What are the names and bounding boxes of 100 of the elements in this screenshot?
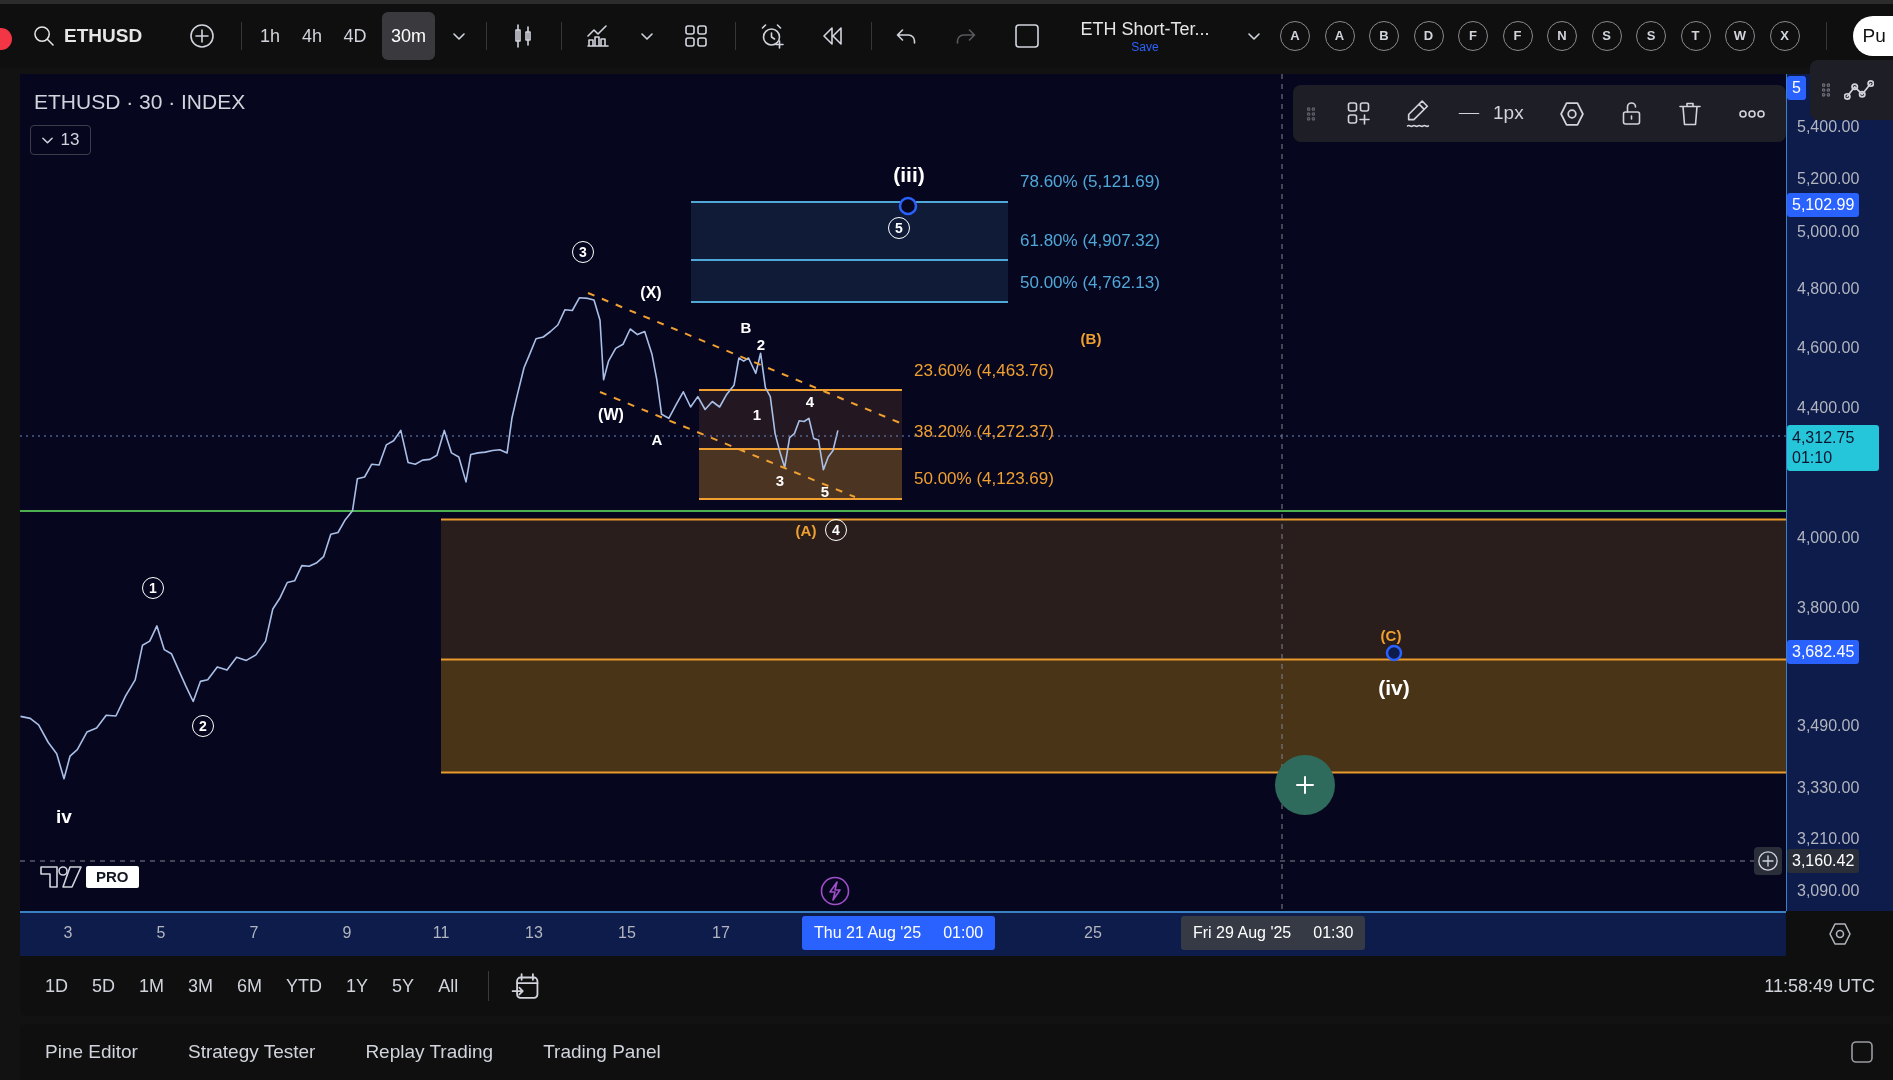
fib-level-label: 50.00% (4,123.69) <box>914 469 1054 487</box>
range-button[interactable]: 5Y <box>384 968 423 1004</box>
point-marker <box>898 196 918 216</box>
timezone-button[interactable]: 11:58:49 UTC <box>1764 972 1875 1000</box>
marker-countdown: 01:10 <box>1792 448 1834 468</box>
drag-handle-icon[interactable] <box>1307 106 1315 121</box>
range-button[interactable]: 3M <box>180 968 222 1004</box>
range-button[interactable]: 1Y <box>338 968 377 1004</box>
range-button[interactable]: 5D <box>84 968 124 1004</box>
square-icon[interactable] <box>1015 24 1039 48</box>
price-label: 4,400.00 <box>1797 400 1860 416</box>
range-button[interactable]: 1M <box>131 968 173 1004</box>
range-button[interactable]: YTD <box>278 968 331 1004</box>
wave-label: (X) <box>640 285 662 301</box>
chevron-down-icon[interactable] <box>1248 32 1260 40</box>
lightning-icon[interactable] <box>820 876 850 906</box>
price-marker: 5 <box>1787 76 1806 100</box>
time-label: 9 <box>342 925 352 941</box>
wave-label: (B) <box>1080 330 1102 346</box>
legend-toggle-button[interactable]: 13 <box>30 125 91 155</box>
chevron-down-icon[interactable] <box>453 32 465 40</box>
unlock-icon[interactable] <box>1621 102 1641 125</box>
range-button[interactable]: 6M <box>229 968 271 1004</box>
time-label: 15 <box>618 925 636 941</box>
drag-handle-icon[interactable] <box>1822 83 1830 97</box>
marker-date: Fri 29 Aug '25 <box>1193 923 1292 943</box>
panel-tab[interactable]: Pine Editor <box>45 1037 138 1067</box>
candlestick-icon[interactable] <box>515 24 531 48</box>
plus-circle-icon <box>1758 851 1778 871</box>
calendar-arrow-icon[interactable] <box>511 973 540 999</box>
panel-tab[interactable]: Replay Trading <box>365 1037 494 1067</box>
price-label: 5,400.00 <box>1797 119 1860 135</box>
range-button[interactable]: All <box>430 968 467 1004</box>
maximize-icon[interactable] <box>1851 1041 1873 1063</box>
crosshair-plus-icon <box>1275 755 1335 815</box>
symbol-search-button[interactable]: ETHUSD <box>30 14 160 58</box>
save-link[interactable]: Save <box>1131 40 1159 53</box>
layout-name[interactable]: ETH Short-Ter... <box>1080 19 1210 38</box>
interval-button[interactable]: 1h <box>250 12 290 60</box>
hexagon-settings-icon[interactable] <box>1559 101 1584 126</box>
wave-label: (A) <box>795 522 817 538</box>
wave-label: (C) <box>1380 627 1402 643</box>
alarm-plus-icon[interactable] <box>760 23 785 49</box>
wave-label: (iv) <box>1378 676 1410 698</box>
price-label: 4,800.00 <box>1797 281 1860 297</box>
price-label: 4,600.00 <box>1797 340 1860 356</box>
interval-button[interactable]: 4D <box>335 12 375 60</box>
price-label: 5,200.00 <box>1797 171 1860 187</box>
time-label: 3 <box>63 925 73 941</box>
marker-date: Thu 21 Aug '25 <box>814 923 922 943</box>
pattern-icon[interactable] <box>1844 79 1874 101</box>
fib-level-label: 23.60% (4,463.76) <box>914 361 1054 379</box>
fib-level-label: 50.00% (4,762.13) <box>1020 273 1160 291</box>
wave-label: iv <box>56 806 72 826</box>
price-label: 4,000.00 <box>1797 530 1860 546</box>
interval-button[interactable]: 4h <box>292 12 332 60</box>
indicators-icon[interactable] <box>587 25 609 47</box>
add-level-button[interactable] <box>1754 847 1782 875</box>
undo-icon[interactable] <box>896 28 916 44</box>
price-label: 3,210.00 <box>1797 831 1860 847</box>
time-label: 17 <box>712 925 730 941</box>
time-label: 11 <box>432 925 450 941</box>
grid-plus-icon[interactable] <box>1347 102 1370 125</box>
time-label: 13 <box>525 925 543 941</box>
wave-label: (W) <box>598 407 624 423</box>
chevron-down-icon[interactable] <box>641 32 653 40</box>
plan-badge: PRO <box>86 866 139 888</box>
range-button[interactable]: 1D <box>37 968 76 1004</box>
wave-label: 3 <box>775 472 785 488</box>
fib-level-label: 38.20% (4,272.37) <box>914 422 1054 440</box>
more-icon[interactable] <box>1738 109 1765 118</box>
plus-circle-icon[interactable] <box>190 24 214 48</box>
price-label: 3,490.00 <box>1797 718 1860 734</box>
panel-tab[interactable]: Trading Panel <box>543 1037 661 1067</box>
price-marker: 3,682.45 <box>1787 640 1860 664</box>
trash-icon[interactable] <box>1678 101 1701 126</box>
price-marker: 3,160.42 <box>1787 849 1860 873</box>
hexagon-settings-icon[interactable] <box>1828 922 1851 945</box>
wave-label: 1 <box>752 406 762 422</box>
time-label: 7 <box>249 925 259 941</box>
chevron-down-icon <box>41 136 53 144</box>
layout-grid-icon[interactable] <box>685 25 707 47</box>
panel-tab[interactable]: Strategy Tester <box>187 1037 316 1067</box>
interval-button[interactable]: 30m <box>382 12 435 60</box>
wave-label: 4 <box>805 393 815 409</box>
redo-icon[interactable] <box>956 28 976 44</box>
line-width-button[interactable]: 1px <box>1455 93 1524 134</box>
marker-price: 4,312.75 <box>1792 428 1856 448</box>
wave-label: B <box>740 319 752 335</box>
price-label: 3,090.00 <box>1797 883 1860 899</box>
rewind-icon[interactable] <box>823 27 842 45</box>
fib-level-label: 61.80% (4,907.32) <box>1020 231 1160 249</box>
fib-level-label: 78.60% (5,121.69) <box>1020 172 1160 190</box>
time-label: 25 <box>1084 925 1102 941</box>
publish-button[interactable]: Pu <box>1852 16 1893 56</box>
wave-label: (iii) <box>893 163 925 185</box>
pencil-icon[interactable] <box>1406 99 1430 128</box>
wave-label: A <box>651 431 663 447</box>
price-label: 5,000.00 <box>1797 224 1860 240</box>
price-label: 3,800.00 <box>1797 600 1860 616</box>
